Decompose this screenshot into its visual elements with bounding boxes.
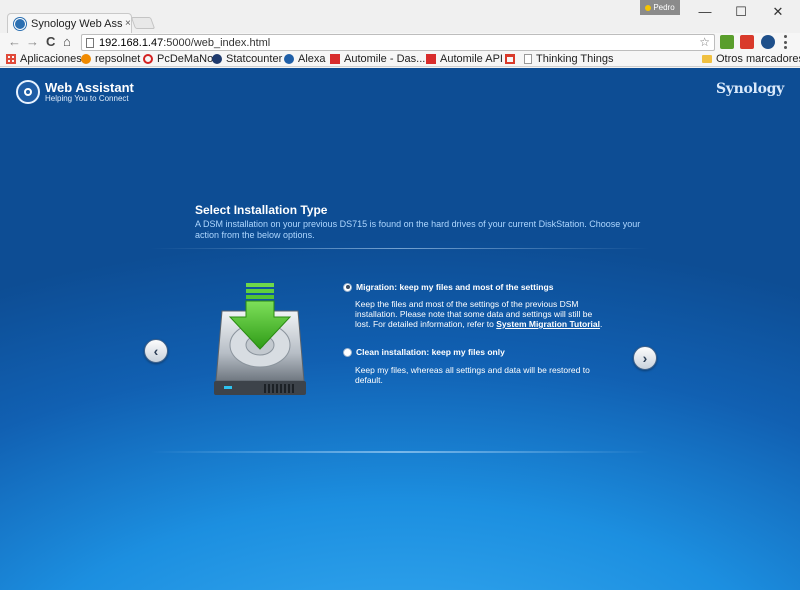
browser-tab[interactable]: Synology Web Assist × — [7, 13, 132, 33]
bookmark-statcounter[interactable]: Statcounter — [212, 51, 282, 67]
bookmark-repsolnet[interactable]: repsolnet — [81, 51, 140, 67]
previous-button[interactable]: ‹ — [144, 339, 168, 363]
app-name: Web Assistant — [45, 80, 134, 95]
browser-window: Synology Web Assist × Pedro — ☐ ✕ ← → C … — [0, 0, 800, 590]
clean-installation-option[interactable]: Clean installation: keep my files only — [343, 347, 505, 357]
tab-close-icon[interactable]: × — [125, 18, 131, 29]
hard-drive-download-icon — [212, 283, 308, 398]
page-description: A DSM installation on your previous DS71… — [195, 219, 641, 240]
synology-logo: Synology — [716, 81, 784, 97]
bookmark-pcdemano[interactable]: PcDeMaNo — [143, 51, 213, 67]
close-window-button[interactable]: ✕ — [768, 4, 788, 20]
migration-radio[interactable] — [343, 282, 352, 292]
reload-button[interactable]: C — [46, 33, 55, 51]
new-tab-button[interactable] — [130, 17, 156, 29]
maximize-button[interactable]: ☐ — [731, 4, 751, 20]
back-button[interactable]: ← — [8, 33, 21, 51]
folder-icon — [702, 55, 712, 63]
bookmark-automile-dash[interactable]: Automile - Das... — [330, 51, 425, 67]
bookmark-star-icon[interactable]: ☆ — [699, 35, 710, 50]
automile-icon — [330, 54, 340, 64]
bookmark-aplicaciones[interactable]: Aplicaciones — [6, 51, 82, 67]
next-button[interactable]: › — [633, 346, 657, 370]
system-migration-tutorial-link[interactable]: System Migration Tutorial — [496, 319, 600, 329]
profile-icon — [645, 4, 652, 11]
gmail-icon — [505, 54, 515, 64]
title-bar: Synology Web Assist × Pedro — ☐ ✕ — [0, 0, 800, 33]
page-icon — [524, 54, 532, 64]
migration-option-description: Keep the files and most of the settings … — [355, 299, 603, 329]
migration-option-label: Migration: keep my files and most of the… — [356, 282, 554, 292]
page-icon — [86, 37, 94, 48]
home-button[interactable]: ⌂ — [63, 33, 71, 51]
top-divider — [150, 248, 650, 249]
pcdemano-icon — [143, 54, 153, 64]
alexa-icon — [284, 54, 294, 64]
forward-button[interactable]: → — [26, 33, 39, 51]
gmail-extension-icon[interactable] — [740, 35, 754, 49]
automile-icon — [426, 54, 436, 64]
bookmark-alexa[interactable]: Alexa — [284, 51, 326, 67]
tab-title: Synology Web Assist — [31, 17, 123, 30]
address-bar[interactable]: 192.168.1.47:5000/web_index.html ☆ — [81, 34, 715, 51]
extension-icon[interactable] — [761, 35, 775, 49]
profile-button[interactable]: Pedro — [640, 0, 680, 15]
page-title: Select Installation Type — [195, 203, 328, 217]
clean-installation-radio[interactable] — [343, 347, 352, 357]
repsol-icon — [81, 54, 91, 64]
web-assistant-page: Web Assistant Helping You to Connect Syn… — [0, 68, 800, 590]
apps-grid-icon — [6, 54, 16, 64]
synology-favicon-icon — [14, 17, 26, 30]
bookmarks-bar: Aplicaciones repsolnet PcDeMaNo Statcoun… — [0, 51, 800, 67]
bookmark-gmail[interactable] — [505, 51, 519, 67]
profile-name: Pedro — [653, 3, 675, 12]
web-assistant-logo-icon — [16, 80, 40, 104]
url-text: 192.168.1.47:5000/web_index.html — [99, 36, 271, 49]
clean-installation-option-description: Keep my files, whereas all settings and … — [355, 365, 590, 385]
app-tagline: Helping You to Connect — [45, 94, 129, 103]
bookmark-thinking-things[interactable]: Thinking Things — [524, 51, 613, 67]
bookmark-other-folder[interactable]: Otros marcadores — [702, 51, 800, 67]
migration-option[interactable]: Migration: keep my files and most of the… — [343, 282, 553, 292]
extension-icon[interactable] — [720, 35, 734, 49]
bottom-divider — [150, 451, 650, 453]
bookmark-automile-api[interactable]: Automile API — [426, 51, 503, 67]
statcounter-icon — [212, 54, 222, 64]
chrome-menu-icon[interactable] — [784, 35, 788, 49]
minimize-button[interactable]: — — [695, 4, 715, 19]
browser-toolbar: ← → C ⌂ 192.168.1.47:5000/web_index.html… — [0, 33, 800, 51]
clean-installation-option-label: Clean installation: keep my files only — [356, 347, 505, 357]
